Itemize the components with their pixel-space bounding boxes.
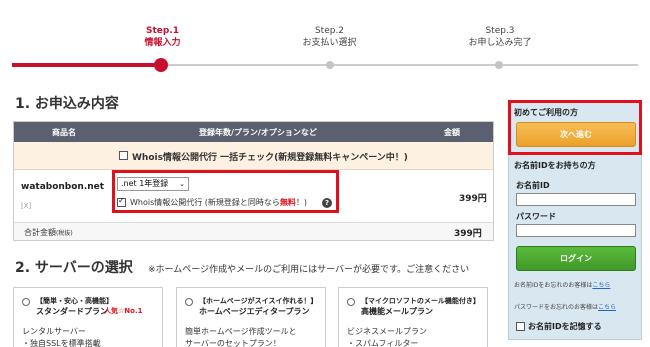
forgot-id-text: お名前IDをお忘れのお客様は (514, 282, 593, 289)
header-product: 商品名 (52, 128, 76, 137)
plan-name: スタンダードプラン (36, 307, 108, 316)
member-title: お名前IDをお持ちの方 (514, 161, 596, 170)
total-row: 合計金額(税抜) 399円 (14, 222, 493, 240)
chevron-down-icon: ⌄ (179, 180, 185, 188)
plan-radio[interactable] (22, 298, 30, 306)
forgot-password: パスワードをお忘れのお客様はこちら (514, 302, 616, 311)
step-number: Step.2 (314, 26, 345, 36)
whois-checkbox[interactable] (117, 196, 126, 207)
server-section-title: 2. サーバーの選択 (15, 260, 133, 276)
id-label: お名前ID (516, 181, 550, 190)
step-label: お申し込み完了 (468, 38, 532, 48)
total-label-text: 合計金額 (24, 228, 56, 237)
id-input[interactable] (516, 193, 636, 206)
progress-stepper: Step.1 情報入力 Step.2 お支払い選択 Step.3 お申し込み完了 (0, 0, 650, 80)
plan-name: ホームページエディタープラン (199, 307, 310, 316)
plan-radio[interactable] (347, 298, 355, 306)
remember-id-checkbox[interactable] (516, 322, 525, 331)
registration-period-select[interactable]: .net 1年登録 ⌄ (117, 177, 189, 191)
plan-desc: レンタルサーバー (22, 327, 86, 336)
forgot-password-text: パスワードをお忘れのお客様は (514, 304, 599, 311)
total-price: 399円 (454, 229, 482, 239)
bulk-whois-checkbox[interactable] (119, 151, 128, 160)
select-value: .net 1年登録 (121, 179, 169, 188)
plan-desc: 簡単ホームページ作成ツールと (185, 327, 297, 336)
total-label: 合計金額(税抜) (24, 227, 73, 238)
plan-card-standard[interactable]: 【簡単・安心・高機能】 スタンダードプラン 人気☆No.1 レンタルサーバー ・… (13, 287, 163, 347)
plan-name: 高機能メールプラン (361, 307, 433, 316)
plan-desc: ビジネスメールプラン (347, 327, 427, 336)
plan-desc: ・独自SSLを標準搭載 (22, 339, 101, 347)
plan-desc: ・スパムフィルター (347, 339, 419, 347)
step-1: Step.1 情報入力 (130, 25, 195, 49)
remember-id-label: お名前IDを記憶する (528, 322, 602, 331)
plan-card-homepage-editor[interactable]: 【ホームページがスイスイ作れる！】 ホームページエディタープラン 簡単ホームペー… (176, 287, 326, 347)
remove-domain-link[interactable]: [X] (21, 202, 31, 210)
order-section-title: 1. お申込み内容 (15, 96, 119, 112)
forgot-id: お名前IDをお忘れのお客様はこちら (514, 280, 610, 289)
plan-card-mail[interactable]: 【マイクロソフトのメール機能付き】 高機能メールプラン ビジネスメールプラン ・… (338, 287, 488, 347)
plan-tag: 【マイクロソフトのメール機能付き】 (361, 297, 480, 305)
step-1-dot (154, 58, 168, 72)
next-button[interactable]: 次へ進む (516, 122, 636, 147)
step-number: Step.3 (485, 26, 515, 36)
forgot-password-link[interactable]: こちら (598, 304, 616, 311)
step-3-dot (495, 61, 503, 69)
step-label: お支払い選択 (302, 38, 357, 48)
step-2: Step.2 お支払い選択 (292, 25, 367, 49)
help-icon[interactable]: ? (322, 198, 332, 208)
first-time-title: 初めてご利用の方 (514, 108, 578, 117)
tax-note: (税抜) (56, 230, 73, 237)
whois-label-end: ！) (295, 198, 308, 207)
whois-label: Whois情報公開代行 (新規登録と同時なら無料！) (130, 197, 307, 208)
plan-tag: 【簡単・安心・高機能】 (36, 297, 113, 305)
popular-badge: 人気☆No.1 (104, 307, 143, 315)
password-label: パスワード (516, 212, 556, 221)
domain-name: watabonbon.net (21, 182, 105, 192)
progress-track-complete (12, 63, 162, 67)
password-input[interactable] (516, 224, 636, 237)
step-number: Step.1 (145, 26, 179, 36)
forgot-id-link[interactable]: こちら (592, 282, 610, 289)
step-3: Step.3 お申し込み完了 (455, 25, 545, 49)
server-note: ※ホームページ作成やメールのご利用にはサーバーが必要です。ご注意ください (148, 265, 470, 275)
plan-radio[interactable] (185, 298, 193, 306)
free-badge: 無料 (279, 198, 296, 207)
bulk-check-row: Whois情報公開代行 一括チェック(新規登録無料キャンペーン中！) (14, 142, 493, 170)
whois-label-text: Whois情報公開代行 (新規登録と同時なら (130, 198, 280, 207)
table-header: 商品名 登録年数/プラン/オプションなど 金額 (14, 122, 493, 142)
step-2-dot (326, 61, 334, 69)
login-button[interactable]: ログイン (516, 246, 636, 271)
plan-desc: サーバーのセットプラン！ (185, 339, 281, 347)
header-price: 金額 (444, 128, 460, 137)
header-options: 登録年数/プラン/オプションなど (199, 128, 317, 137)
domain-price: 399円 (459, 194, 487, 204)
plan-tag: 【ホームページがスイスイ作れる！】 (199, 297, 318, 305)
bulk-whois-label: Whois情報公開代行 一括チェック(新規登録無料キャンペーン中！) (132, 153, 408, 163)
step-label: 情報入力 (144, 38, 181, 48)
